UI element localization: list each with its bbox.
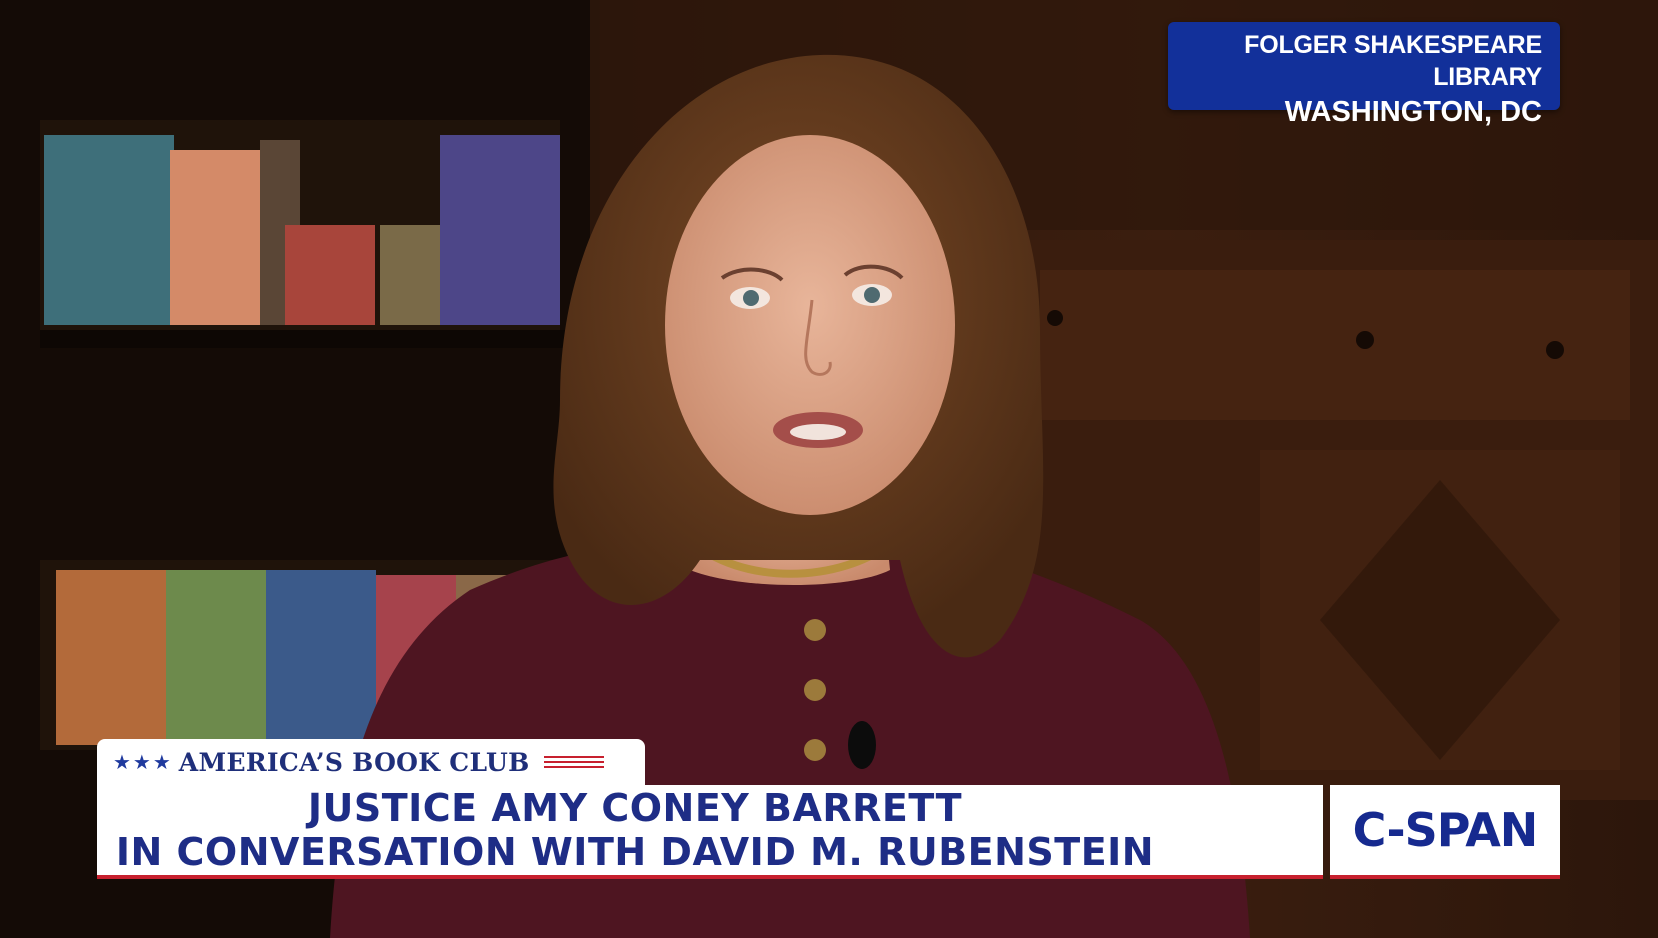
show-tab: ★★★ AMERICA’S BOOK CLUB	[97, 739, 645, 785]
flag-stripes-icon	[543, 756, 604, 768]
network-logo: C-SPAN	[1330, 785, 1560, 879]
stars-icon: ★★★	[113, 751, 173, 774]
location-badge: FOLGER SHAKESPEARE LIBRARY WASHINGTON, D…	[1168, 22, 1560, 128]
show-title: AMERICA’S BOOK CLUB	[178, 747, 530, 777]
lower-third-line2: IN CONVERSATION WITH DAVID M. RUBENSTEIN	[115, 830, 1155, 874]
cspan-logo-text: C-SPAN	[1352, 803, 1539, 857]
location-city: WASHINGTON, DC	[1284, 96, 1542, 128]
lower-third-line1: JUSTICE AMY CONEY BARRETT	[307, 786, 963, 830]
location-venue: FOLGER SHAKESPEARE LIBRARY	[1244, 31, 1542, 91]
video-frame: FOLGER SHAKESPEARE LIBRARY WASHINGTON, D…	[0, 0, 1658, 938]
lower-third-banner: JUSTICE AMY CONEY BARRETT IN CONVERSATIO…	[97, 785, 1323, 879]
